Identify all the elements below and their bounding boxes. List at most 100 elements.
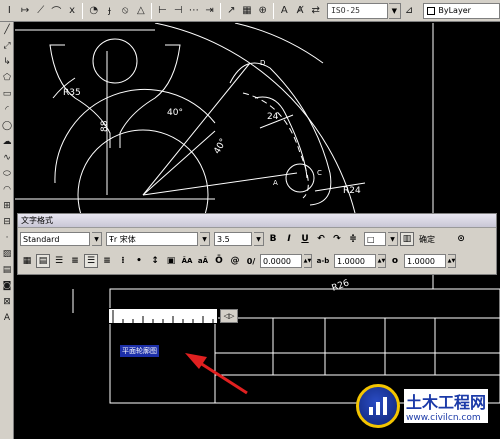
dim-r35: R35 bbox=[63, 88, 81, 98]
chevron-down-icon[interactable]: ▼ bbox=[200, 232, 210, 246]
polyline-icon[interactable]: ↳ bbox=[0, 54, 14, 70]
dim-style-select[interactable]: ISO-25 bbox=[327, 2, 388, 19]
dim-linear-icon[interactable]: ↦ bbox=[18, 3, 33, 19]
dim-40-lower: 40° bbox=[212, 137, 229, 156]
revision-cloud-icon[interactable]: ☁ bbox=[0, 134, 14, 150]
width-factor-label: o bbox=[391, 256, 399, 266]
ruler-toggle-icon[interactable]: ▥ bbox=[400, 232, 414, 246]
autocad-window: I ↦ ⟋ ⌒ ⅹ ◔ ɟ ⦸ △ ⊢ ⊣ ⋯ ⇥ ↗ ▦ ⊕ A Ⱥ ⇄ IS… bbox=[0, 0, 500, 439]
chevron-down-icon[interactable]: ▼ bbox=[92, 232, 102, 246]
lowercase-button[interactable]: aĀ bbox=[196, 254, 210, 268]
dim-aligned-icon[interactable]: ⟋ bbox=[33, 3, 48, 19]
toolbar-separator bbox=[82, 2, 84, 19]
bold-button[interactable]: B bbox=[266, 232, 280, 246]
dim-text-edit-icon[interactable]: Ⱥ bbox=[293, 3, 308, 19]
insert-field-icon[interactable]: ▣ bbox=[164, 254, 178, 268]
line-icon[interactable]: ╱ bbox=[0, 22, 14, 38]
center-mark-icon[interactable]: ⊕ bbox=[255, 3, 270, 19]
dim-style-icon[interactable]: ⊿ bbox=[402, 3, 417, 19]
oblique-angle-label: 0/ bbox=[246, 256, 256, 266]
spinner[interactable]: ▲▼ bbox=[378, 254, 386, 268]
toolbar-separator bbox=[151, 2, 153, 19]
stack-icon[interactable]: ≑ bbox=[346, 232, 360, 246]
underline-button[interactable]: U bbox=[298, 232, 312, 246]
line-spacing-icon[interactable]: ↕ bbox=[148, 254, 162, 268]
ellipse-arc-icon[interactable]: ◠ bbox=[0, 182, 14, 198]
label-d: D bbox=[260, 59, 265, 67]
symbol-button[interactable]: @ bbox=[228, 254, 242, 268]
text-style-select[interactable]: Standard bbox=[20, 232, 90, 246]
text-height-input[interactable]: 3.5 bbox=[214, 232, 252, 246]
quick-dim-icon[interactable]: ⊢ bbox=[155, 3, 170, 19]
continue-dim-icon[interactable]: ⋯ bbox=[187, 3, 202, 19]
baseline-dim-icon[interactable]: ⊣ bbox=[171, 3, 186, 19]
chevron-down-icon[interactable]: ▼ bbox=[254, 232, 264, 246]
ellipse-icon[interactable]: ⬭ bbox=[0, 166, 14, 182]
edited-text[interactable]: 平面轮廓图 bbox=[120, 345, 159, 357]
align-right-icon[interactable]: ≡ bbox=[100, 254, 114, 268]
text-cursor-icon[interactable]: I bbox=[2, 3, 17, 19]
bullets-icon[interactable]: • bbox=[132, 254, 146, 268]
watermark-text: 土木工程网 www.civilcn.com bbox=[404, 389, 489, 423]
oblique-angle-input[interactable]: 0.0000 bbox=[260, 254, 302, 268]
column-icon[interactable]: ▦ bbox=[20, 254, 34, 268]
multiline-text-icon[interactable]: A bbox=[0, 310, 14, 326]
hatch-icon[interactable]: ▨ bbox=[0, 246, 14, 262]
text-format-row-2: ▦ ▤ ☰ ≡ ☰ ≡ ⁝ • ↕ ▣ ĀA aĀ Ō @ 0/ 0.0000 … bbox=[18, 250, 496, 272]
options-icon[interactable]: ⊙ bbox=[454, 232, 468, 246]
tracking-input[interactable]: 1.0000 bbox=[334, 254, 376, 268]
civilcn-logo-icon bbox=[356, 384, 400, 428]
dim-jogged-icon[interactable]: ɟ bbox=[102, 3, 117, 19]
dim-ordinate-icon[interactable]: ⅹ bbox=[65, 3, 80, 19]
ok-button[interactable]: 确定 bbox=[416, 232, 438, 246]
label-c: C bbox=[317, 169, 322, 177]
arc-icon[interactable]: ◜ bbox=[0, 102, 14, 118]
undo-icon[interactable]: ↶ bbox=[314, 232, 328, 246]
align-center-icon[interactable]: ☰ bbox=[84, 254, 98, 268]
region-icon[interactable]: ◙ bbox=[0, 278, 14, 294]
dim-diameter-icon[interactable]: ⦸ bbox=[118, 3, 133, 19]
toolbar-separator bbox=[273, 2, 274, 19]
dim-update-icon[interactable]: ⇄ bbox=[308, 3, 323, 19]
width-factor-input[interactable]: 1.0000 bbox=[404, 254, 446, 268]
dim-space-icon[interactable]: ⇥ bbox=[202, 3, 217, 19]
color-control[interactable]: ByLayer bbox=[423, 2, 500, 19]
color-select[interactable]: □ bbox=[364, 232, 386, 246]
label-a: A bbox=[273, 179, 278, 187]
table-icon[interactable]: ⊠ bbox=[0, 294, 14, 310]
circle-icon[interactable]: ◯ bbox=[0, 118, 14, 134]
dim-arc-icon[interactable]: ⌒ bbox=[49, 3, 64, 19]
slot-outer bbox=[229, 62, 332, 206]
toolbar-separator bbox=[219, 2, 221, 19]
mtext-justify-icon[interactable]: ▤ bbox=[36, 254, 50, 268]
leader-icon[interactable]: ↗ bbox=[224, 3, 239, 19]
rectangle-icon[interactable]: ▭ bbox=[0, 86, 14, 102]
font-select[interactable]: Ŧr 宋体 bbox=[106, 232, 198, 246]
spinner[interactable]: ▲▼ bbox=[448, 254, 456, 268]
dim-radius-icon[interactable]: ◔ bbox=[86, 3, 101, 19]
italic-button[interactable]: I bbox=[282, 232, 296, 246]
spinner[interactable]: ▲▼ bbox=[304, 254, 312, 268]
keyhole-top-circle bbox=[92, 38, 138, 84]
point-icon[interactable]: · bbox=[0, 230, 14, 246]
overline-icon[interactable]: Ō bbox=[212, 254, 226, 268]
ruler-resize-icon[interactable]: ◁▷ bbox=[220, 309, 238, 323]
dim-angular-icon[interactable]: △ bbox=[134, 3, 149, 19]
gradient-icon[interactable]: ▤ bbox=[0, 262, 14, 278]
make-block-icon[interactable]: ⊟ bbox=[0, 214, 14, 230]
polygon-icon[interactable]: ⬠ bbox=[0, 70, 14, 86]
dim-edit-icon[interactable]: A bbox=[277, 3, 292, 19]
align-left-icon[interactable]: ≡ bbox=[68, 254, 82, 268]
tracking-label: a-b bbox=[316, 257, 330, 265]
tolerance-icon[interactable]: ▦ bbox=[240, 3, 255, 19]
chevron-down-icon[interactable]: ▼ bbox=[388, 2, 401, 19]
numbering-icon[interactable]: ⁝ bbox=[116, 254, 130, 268]
text-ruler[interactable] bbox=[108, 308, 218, 324]
uppercase-button[interactable]: ĀA bbox=[180, 254, 194, 268]
insert-block-icon[interactable]: ⊞ bbox=[0, 198, 14, 214]
construction-line-icon[interactable]: ⤢ bbox=[0, 38, 14, 54]
chevron-down-icon[interactable]: ▼ bbox=[388, 232, 398, 246]
paragraph-icon[interactable]: ☰ bbox=[52, 254, 66, 268]
redo-icon[interactable]: ↷ bbox=[330, 232, 344, 246]
spline-icon[interactable]: ∿ bbox=[0, 150, 14, 166]
